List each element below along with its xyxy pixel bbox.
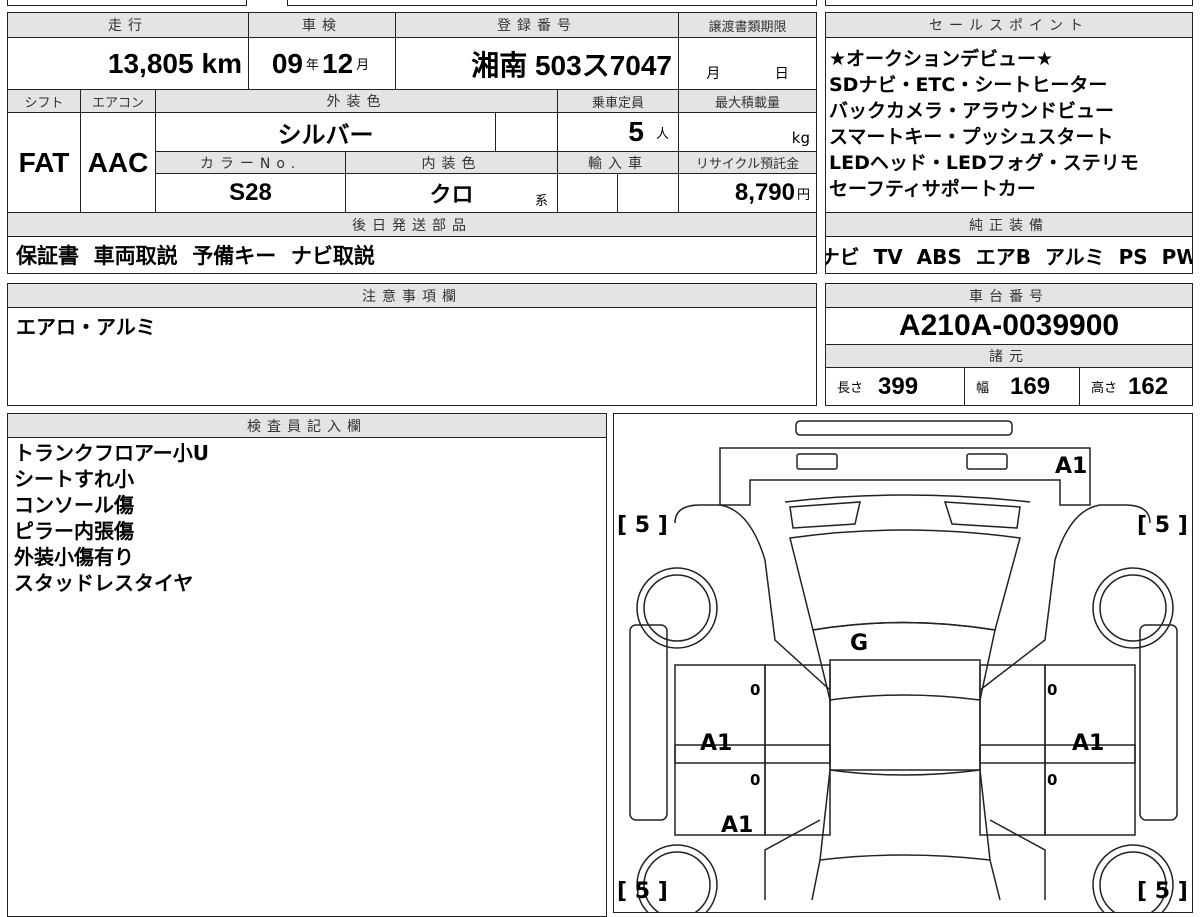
equipment-value: ナビ TV ABS エアB アルミ PS PW <box>825 236 1193 274</box>
top-partial-cell <box>825 0 1193 6</box>
interior-value: クロ <box>429 182 474 207</box>
notes-text: エアロ・アルミ <box>16 315 156 339</box>
year-unit: 年 <box>305 58 319 73</box>
recycle-cell: 8,790 円 <box>678 173 817 213</box>
door-mark: 0 <box>750 771 760 789</box>
sales-header: セールスポイント <box>825 12 1193 38</box>
width-cell: 幅 169 <box>964 367 1080 406</box>
shift-header: シフト <box>7 89 81 113</box>
mileage-cell: 13,805 km <box>7 37 249 90</box>
mark-left-front: A1 <box>721 813 753 838</box>
mileage-value: 13,805 <box>107 47 194 79</box>
top-partial-cell <box>7 0 247 6</box>
transfer-day: 日 <box>774 66 789 82</box>
ac-header: エアコン <box>80 89 156 113</box>
import-cell <box>617 173 679 213</box>
registration-number: 湘南 503ス7047 <box>471 49 672 81</box>
month-unit: 月 <box>356 58 370 73</box>
car-outline: A1 G A1 A1 A1 [ 5 ] [ 5 ] [ 5 ] [ 5 ] 0 … <box>617 419 1188 912</box>
transfer-header: 譲渡書類期限 <box>678 12 817 38</box>
recycle-unit: 円 <box>796 187 810 203</box>
door-mark: 0 <box>1047 681 1057 699</box>
equipment-header: 純正装備 <box>825 212 1193 237</box>
color-no-value: S28 <box>155 173 346 213</box>
chassis-number: A210A-0039900 <box>825 307 1193 345</box>
notes-cell: エアロ・アルミ <box>7 307 817 406</box>
chassis-header: 車台番号 <box>825 283 1193 308</box>
recycle-value: 8,790 <box>734 179 795 206</box>
interior-cell: クロ 系 <box>345 173 558 213</box>
door-mark: 0 <box>750 681 760 699</box>
mileage-unit: km <box>201 47 242 79</box>
shift-value: FAT <box>7 112 81 213</box>
import-cell <box>557 173 618 213</box>
length-cell: 長さ 399 <box>825 367 965 406</box>
mark-rear: A1 <box>1055 454 1087 479</box>
registration-cell: 湘南 503ス7047 <box>395 37 679 90</box>
capacity-header: 乗車定員 <box>557 89 679 113</box>
inspection-month: 12 <box>322 47 354 79</box>
notes-header: 注意事項欄 <box>7 283 817 308</box>
sales-points: ★オークションデビュー★ SDナビ・ETC・シートヒーター バックカメラ・アラウ… <box>829 48 1139 200</box>
later-parts-header: 後日発送部品 <box>7 212 817 237</box>
width-label: 幅 <box>976 381 990 396</box>
length-value: 399 <box>878 372 919 400</box>
top-partial-cell <box>287 0 817 6</box>
transfer-cell: 月日 <box>678 37 817 90</box>
exterior-value: シルバー <box>155 112 496 152</box>
ac-value: AAC <box>80 112 156 213</box>
inspector-cell: トランクフロアー小U シートすれ小 コンソール傷 ピラー内張傷 外装小傷有り ス… <box>7 437 607 917</box>
exterior-header: 外装色 <box>155 89 558 113</box>
height-value: 162 <box>1128 372 1169 400</box>
capacity-unit: 人 <box>655 126 669 142</box>
import-header: 輸入車 <box>557 151 679 174</box>
recycle-header: リサイクル預託金 <box>678 151 817 174</box>
car-diagram: A1 G A1 A1 A1 [ 5 ] [ 5 ] [ 5 ] [ 5 ] 0 … <box>613 413 1193 913</box>
capacity-cell: 5人 <box>557 112 679 152</box>
interior-header: 内装色 <box>345 151 558 174</box>
door-mark: 0 <box>1047 771 1057 789</box>
height-label: 高さ <box>1091 381 1118 396</box>
length-label: 長さ <box>837 381 864 396</box>
mark-left-door: A1 <box>700 731 732 756</box>
inspection-cell: 09 年 12 月 <box>248 37 396 90</box>
inspector-notes: トランクフロアー小U シートすれ小 コンソール傷 ピラー内張傷 外装小傷有り ス… <box>14 441 210 595</box>
spec-header: 諸元 <box>825 344 1193 368</box>
sales-cell: ★オークションデビュー★ SDナビ・ETC・シートヒーター バックカメラ・アラウ… <box>825 37 1193 213</box>
capacity-value: 5 <box>628 116 644 147</box>
load-value: kg <box>678 112 817 152</box>
mileage-header: 走行 <box>7 12 249 38</box>
color-no-header: カラーNo. <box>155 151 346 174</box>
width-value: 169 <box>1010 372 1051 400</box>
later-parts-value: 保証書 車両取説 予備キー ナビ取説 <box>7 236 817 274</box>
inspector-header: 検査員記入欄 <box>7 413 607 438</box>
exterior-blank <box>495 112 558 152</box>
height-cell: 高さ 162 <box>1079 367 1193 406</box>
tire-tread-fl: [ 5 ] <box>617 513 668 538</box>
load-header: 最大積載量 <box>678 89 817 113</box>
inspection-year: 09 <box>271 47 303 79</box>
mark-center: G <box>850 631 868 656</box>
tire-tread-fr: [ 5 ] <box>1137 513 1188 538</box>
interior-unit: 系 <box>534 194 548 209</box>
mark-right-door: A1 <box>1072 731 1104 756</box>
registration-header: 登録番号 <box>395 12 679 38</box>
inspection-header: 車検 <box>248 12 396 38</box>
transfer-month: 月 <box>706 66 721 82</box>
